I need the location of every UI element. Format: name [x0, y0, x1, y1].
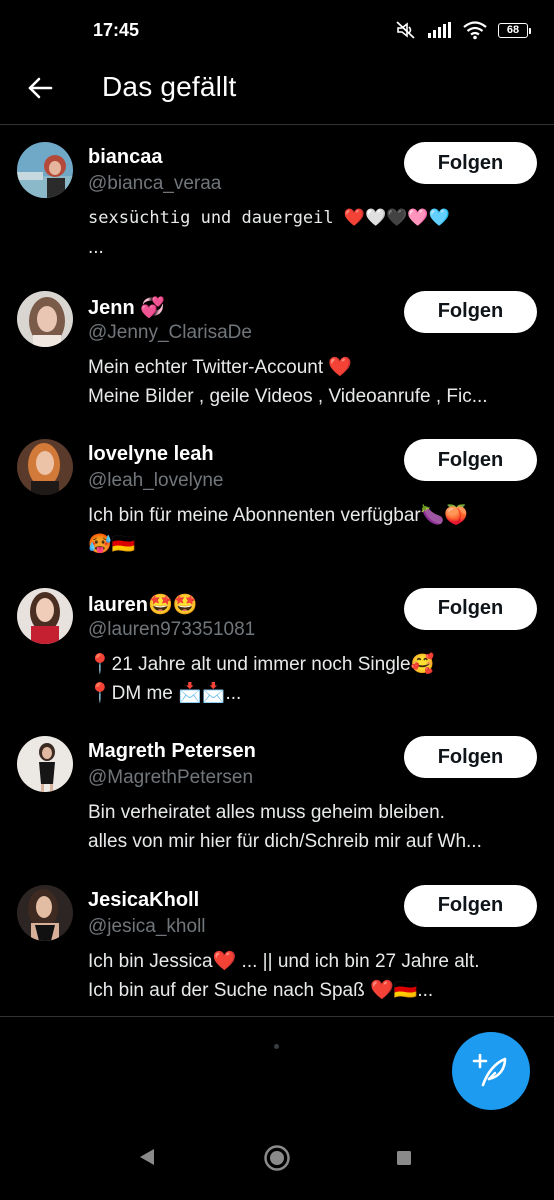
bio-line: alles von mir hier für dich/Schreib mir …	[88, 831, 482, 852]
avatar[interactable]	[17, 884, 73, 941]
user-list-item[interactable]: biancaa @bianca_veraa sexsüchtig und dau…	[0, 125, 554, 274]
bio-line: 🥵🇩🇪	[88, 534, 136, 555]
liked-by-list: biancaa @bianca_veraa sexsüchtig und dau…	[0, 125, 554, 1016]
follow-button[interactable]: Folgen	[404, 439, 537, 481]
status-icons: 68	[394, 20, 531, 40]
user-bio: 📍21 Jahre alt und immer noch Single🥰 📍DM…	[88, 650, 536, 708]
compose-tweet-button[interactable]	[452, 1032, 530, 1110]
square-recents-icon	[397, 1151, 411, 1165]
triangle-back-icon	[140, 1149, 154, 1165]
user-handle[interactable]: @lauren973351081	[88, 619, 255, 641]
user-handle[interactable]: @MagrethPetersen	[88, 767, 253, 789]
user-list-item[interactable]: lovelyne leah @leah_lovelyne Ich bin für…	[0, 422, 554, 571]
follow-button[interactable]: Folgen	[404, 142, 537, 184]
back-button[interactable]	[22, 70, 58, 106]
avatar[interactable]	[17, 587, 73, 644]
signal-icon	[428, 22, 451, 38]
top-app-bar: Das gefällt	[0, 62, 554, 125]
battery-indicator: 68	[498, 22, 531, 38]
follow-button[interactable]: Folgen	[404, 736, 537, 778]
follow-button[interactable]: Folgen	[404, 587, 537, 630]
follow-button[interactable]: Folgen	[404, 290, 537, 333]
bio-line: 📍21 Jahre alt und immer noch Single🥰	[88, 653, 435, 675]
nav-home-button[interactable]	[263, 1144, 291, 1177]
bio-line: Bin verheiratet alles muss geheim bleibe…	[88, 802, 445, 823]
user-bio: Ich bin Jessica❤️ ... || und ich bin 27 …	[88, 947, 536, 1005]
user-list-item[interactable]: Jenn 💞 @Jenny_ClarisaDe Mein echter Twit…	[0, 274, 554, 423]
bio-line: Ich bin auf der Suche nach Spaß ❤️🇩🇪...	[88, 979, 434, 1001]
status-bar: 17:45 68	[0, 0, 554, 62]
page-title: Das gefällt	[102, 71, 237, 102]
user-display-name[interactable]: biancaa	[88, 146, 162, 169]
avatar[interactable]	[17, 142, 73, 198]
user-display-name[interactable]: lovelyne leah	[88, 443, 214, 466]
user-list-item[interactable]: JesicaKholl @jesica_kholl Ich bin Jessic…	[0, 868, 554, 1017]
bio-line: Ich bin Jessica❤️ ... || und ich bin 27 …	[88, 950, 480, 972]
status-time: 17:45	[93, 20, 140, 40]
user-handle[interactable]: @bianca_veraa	[88, 173, 221, 195]
compose-tweet-icon	[472, 1053, 507, 1087]
system-navigation-bar	[0, 1130, 554, 1200]
user-handle[interactable]: @jesica_kholl	[88, 916, 206, 938]
user-list-item[interactable]: lauren🤩🤩 @lauren973351081 📍21 Jahre alt …	[0, 571, 554, 720]
avatar[interactable]	[17, 736, 73, 792]
divider	[0, 1016, 554, 1017]
bio-line: Ich bin für meine Abonnenten verfügbar🍆🍑	[88, 505, 469, 526]
avatar[interactable]	[17, 290, 73, 347]
user-display-name[interactable]: Jenn 💞	[88, 295, 165, 320]
avatar[interactable]	[17, 439, 73, 495]
nav-back-button[interactable]	[138, 1147, 156, 1172]
user-bio: Bin verheiratet alles muss geheim bleibe…	[88, 798, 536, 856]
user-bio: sexsüchtig und dauergeil ❤️🤍🖤🩷🩵 ...	[88, 204, 536, 262]
bio-line: Meine Bilder , geile Videos , Videoanruf…	[88, 385, 488, 407]
user-bio: Ich bin für meine Abonnenten verfügbar🍆🍑…	[88, 501, 536, 559]
user-handle[interactable]: @Jenny_ClarisaDe	[88, 322, 252, 344]
wifi-icon	[463, 21, 487, 40]
user-display-name[interactable]: Magreth Petersen	[88, 740, 256, 763]
user-handle[interactable]: @leah_lovelyne	[88, 470, 224, 492]
loading-indicator	[274, 1044, 279, 1049]
mute-icon	[396, 21, 415, 39]
user-bio: Mein echter Twitter-Account ❤️ Meine Bil…	[88, 353, 536, 411]
arrow-left-icon	[28, 77, 53, 99]
bio-line: 📍DM me 📩📩...	[88, 682, 242, 704]
follow-button[interactable]: Folgen	[404, 884, 537, 927]
user-display-name[interactable]: JesicaKholl	[88, 889, 199, 912]
bio-line: ...	[88, 237, 104, 258]
bio-line: Mein echter Twitter-Account ❤️	[88, 356, 353, 378]
bio-line: sexsüchtig und dauergeil ❤️🤍🖤🩷🩵	[88, 208, 450, 228]
circle-home-icon	[264, 1145, 290, 1171]
user-display-name[interactable]: lauren🤩🤩	[88, 592, 198, 617]
user-list-item[interactable]: Magreth Petersen @MagrethPetersen Bin ve…	[0, 719, 554, 868]
nav-recents-button[interactable]	[396, 1150, 412, 1171]
